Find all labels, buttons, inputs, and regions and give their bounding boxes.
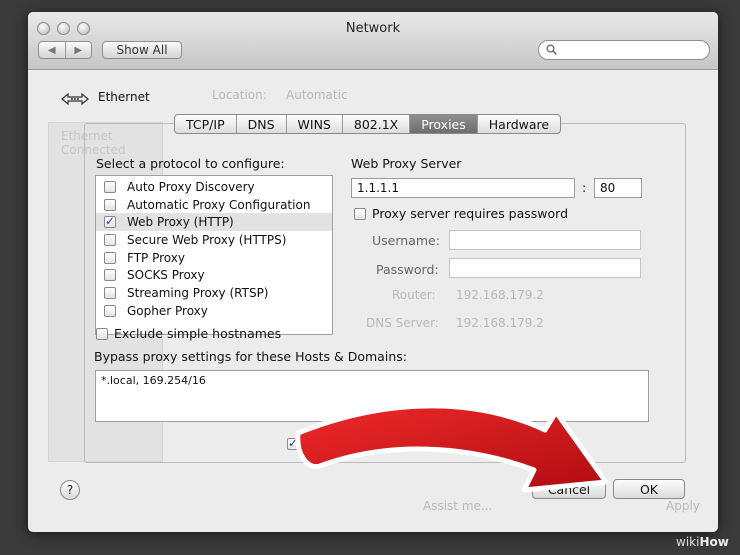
requires-password-option[interactable]: Proxy server requires password: [354, 206, 568, 221]
faded-apply-button: Apply: [666, 499, 700, 513]
tab-proxies[interactable]: Proxies: [409, 115, 477, 133]
protocol-label: FTP Proxy: [127, 250, 185, 265]
exclude-simple-hostnames-checkbox[interactable]: [96, 327, 108, 340]
title-bar: Network ◀ ▶ Show All: [28, 12, 718, 70]
faded-dns-value: 192.168.179.2: [456, 316, 544, 330]
password-label: Password:: [376, 262, 439, 277]
interface-name: Ethernet: [98, 90, 150, 104]
settings-tab-bar: TCP/IP DNS WINS 802.1X Proxies Hardware: [174, 114, 562, 134]
protocol-checkbox[interactable]: [104, 304, 116, 317]
faded-assist-button: Assist me...: [423, 499, 493, 513]
protocol-row[interactable]: Web Proxy (HTTP): [96, 213, 332, 232]
exclude-simple-hostnames-option[interactable]: Exclude simple hostnames: [96, 326, 281, 341]
exclude-simple-hostnames-label: Exclude simple hostnames: [114, 326, 282, 341]
protocol-label: Automatic Proxy Configuration: [127, 197, 311, 212]
protocol-label: Secure Web Proxy (HTTPS): [127, 232, 287, 247]
protocol-checkbox[interactable]: [104, 214, 116, 229]
protocol-label: Auto Proxy Discovery: [127, 179, 255, 194]
protocol-label: Gopher Proxy: [127, 303, 208, 318]
proxy-port-input[interactable]: 80: [594, 178, 642, 198]
passive-ftp-label: Use Passive FTP Mode (PASV): [305, 436, 489, 451]
protocol-checkbox[interactable]: [104, 180, 116, 193]
faded-location-value: Automatic: [286, 88, 348, 102]
protocol-row[interactable]: Gopher Proxy: [96, 302, 332, 320]
protocol-label: Web Proxy (HTTP): [127, 215, 234, 230]
protocol-row[interactable]: Automatic Proxy Configuration: [96, 196, 332, 214]
ok-button[interactable]: OK: [613, 479, 685, 499]
protocol-row[interactable]: FTP Proxy: [96, 249, 332, 267]
faded-router-value: 192.168.179.2: [456, 288, 544, 302]
forward-button[interactable]: ▶: [64, 42, 92, 58]
protocol-checkbox[interactable]: [104, 251, 116, 264]
faded-router-label: Router:: [392, 288, 436, 302]
bypass-heading: Bypass proxy settings for these Hosts & …: [94, 349, 407, 364]
requires-password-checkbox[interactable]: [354, 207, 366, 220]
bypass-hosts-textarea[interactable]: *.local, 169.254/16: [95, 370, 649, 422]
port-separator: :: [582, 180, 587, 195]
protocol-row[interactable]: Streaming Proxy (RTSP): [96, 284, 332, 302]
search-field[interactable]: [538, 40, 710, 60]
protocol-label: SOCKS Proxy: [127, 268, 205, 283]
protocol-checkbox[interactable]: [104, 233, 116, 246]
watermark-how: How: [699, 535, 729, 549]
show-all-button[interactable]: Show All: [102, 41, 182, 59]
password-input[interactable]: [449, 258, 641, 278]
protocol-checkbox[interactable]: [104, 198, 116, 211]
faded-dns-label: DNS Server:: [366, 316, 439, 330]
faded-location-label: Location:: [212, 88, 267, 102]
protocol-list: Auto Proxy Discovery Automatic Proxy Con…: [95, 175, 333, 335]
username-input[interactable]: [449, 230, 641, 250]
watermark-wiki: wiki: [676, 535, 700, 549]
wikihow-watermark: wikiHow: [676, 535, 729, 549]
cancel-button[interactable]: Cancel: [532, 479, 606, 499]
requires-password-label: Proxy server requires password: [372, 206, 569, 221]
tab-dns[interactable]: DNS: [235, 115, 286, 133]
protocol-checkbox[interactable]: [104, 287, 116, 300]
ethernet-icon: [61, 92, 89, 106]
protocol-heading: Select a protocol to configure:: [96, 156, 285, 171]
back-button[interactable]: ◀: [39, 42, 65, 58]
protocol-checkbox[interactable]: [104, 269, 116, 282]
tab-hardware[interactable]: Hardware: [476, 115, 560, 133]
search-icon: [546, 44, 557, 55]
protocol-row[interactable]: Secure Web Proxy (HTTPS): [96, 231, 332, 249]
tab-tcp-ip[interactable]: TCP/IP: [175, 115, 236, 133]
passive-ftp-option[interactable]: Use Passive FTP Mode (PASV): [287, 436, 488, 451]
protocol-row[interactable]: Auto Proxy Discovery: [96, 178, 332, 196]
proxy-server-input[interactable]: 1.1.1.1: [351, 178, 575, 198]
window-title: Network: [345, 21, 401, 36]
network-preferences-window: Network ◀ ▶ Show All Ethernet Connected …: [28, 12, 718, 532]
passive-ftp-checkbox[interactable]: [287, 436, 299, 450]
tab-wins[interactable]: WINS: [285, 115, 342, 133]
web-proxy-server-heading: Web Proxy Server: [351, 156, 462, 171]
help-button[interactable]: ?: [60, 480, 80, 500]
protocol-label: Streaming Proxy (RTSP): [127, 286, 269, 301]
tab-802-1x[interactable]: 802.1X: [341, 115, 409, 133]
username-label: Username:: [372, 233, 440, 248]
protocol-row[interactable]: SOCKS Proxy: [96, 267, 332, 285]
back-forward-group: ◀ ▶: [38, 41, 92, 59]
